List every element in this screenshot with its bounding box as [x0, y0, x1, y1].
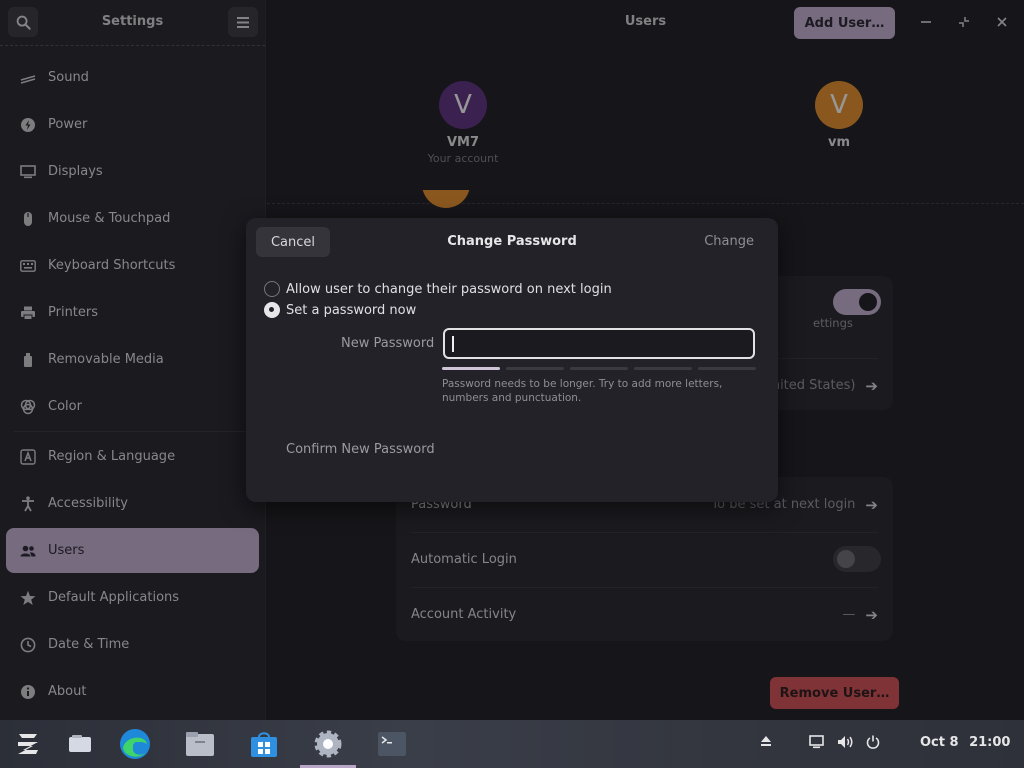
- strength-segment: [442, 367, 500, 370]
- files-button[interactable]: [184, 728, 216, 760]
- radio-button[interactable]: [264, 281, 280, 297]
- confirm-password-label: Confirm New Password: [286, 442, 435, 457]
- change-password-dialog: Cancel Change Password Change Allow user…: [246, 218, 778, 502]
- dialog-title: Change Password: [447, 234, 577, 249]
- edge-browser-button[interactable]: [119, 728, 151, 760]
- zorin-menu-button[interactable]: [12, 728, 44, 760]
- option-label: Allow user to change their password on n…: [286, 281, 612, 297]
- software-store-icon: [251, 732, 277, 757]
- power-icon: [866, 735, 880, 749]
- radio-button[interactable]: [264, 302, 280, 318]
- eject-icon: [761, 736, 771, 746]
- workspaces-button[interactable]: [64, 728, 96, 760]
- zorin-menu-icon: [18, 734, 38, 754]
- option-next-login[interactable]: Allow user to change their password on n…: [264, 281, 612, 297]
- text-caret: [452, 336, 454, 352]
- strength-segment: [506, 367, 564, 370]
- system-power-button[interactable]: [866, 735, 880, 753]
- clock-time: 21:00: [969, 735, 1011, 750]
- screen-button[interactable]: [809, 735, 824, 753]
- strength-segment: [570, 367, 628, 370]
- edge-browser-icon: [120, 729, 150, 759]
- files-icon: [186, 732, 214, 756]
- taskbar: Oct 8 21:00: [0, 720, 1024, 768]
- terminal-button[interactable]: [376, 728, 408, 760]
- volume-icon: [838, 736, 853, 748]
- strength-segment: [698, 367, 756, 370]
- change-button[interactable]: Change: [704, 234, 754, 249]
- clock-date: Oct 8: [920, 735, 959, 750]
- settings-app-button[interactable]: [312, 728, 344, 760]
- new-password-field[interactable]: [443, 328, 755, 359]
- settings-gear-icon: [314, 730, 342, 758]
- clock[interactable]: Oct 8 21:00: [920, 735, 1010, 750]
- screen-icon: [809, 735, 824, 749]
- password-hint: Password needs to be longer. Try to add …: [442, 378, 723, 404]
- option-set-now[interactable]: Set a password now: [264, 302, 416, 318]
- option-label: Set a password now: [286, 302, 417, 318]
- terminal-icon: [378, 732, 406, 756]
- workspaces-icon: [69, 735, 91, 752]
- volume-button[interactable]: [837, 735, 854, 753]
- software-store-button[interactable]: [248, 728, 280, 760]
- new-password-label: New Password: [341, 336, 435, 351]
- strength-segment: [634, 367, 692, 370]
- eject-button[interactable]: [760, 735, 772, 751]
